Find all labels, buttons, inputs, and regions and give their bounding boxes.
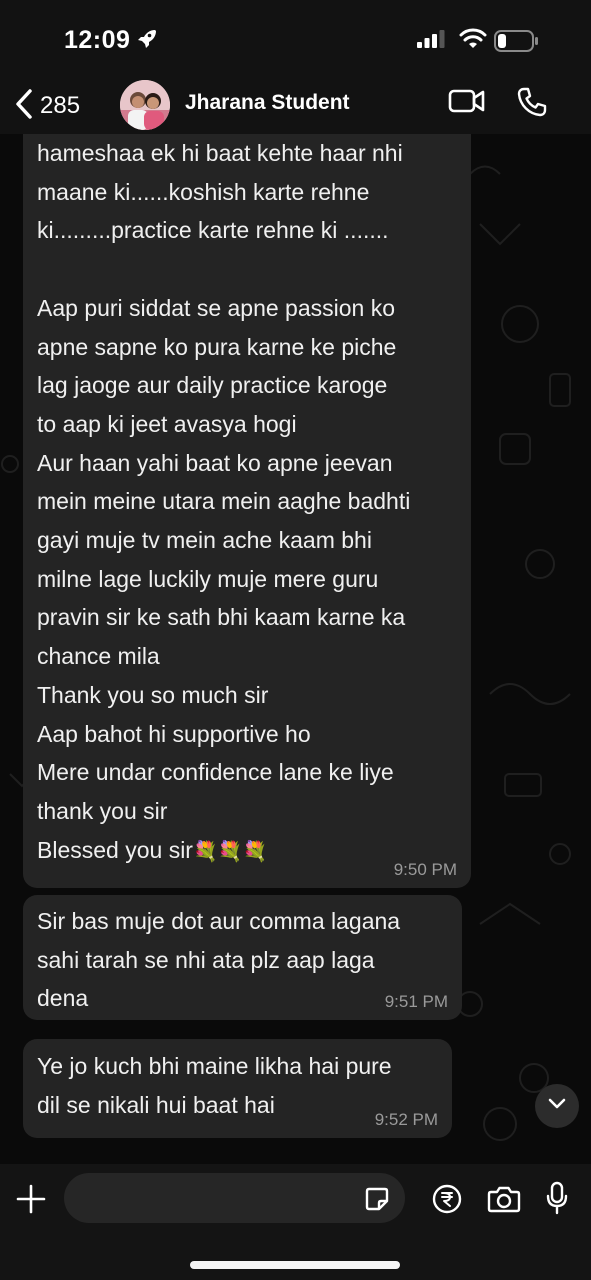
bouquet-emoji: 💐💐💐 [192, 840, 268, 863]
voice-call-button[interactable] [516, 86, 548, 123]
message-timestamp: 9:51 PM [384, 992, 448, 1011]
status-time: 12:09 [64, 26, 131, 54]
wifi-icon [459, 28, 487, 55]
avatar[interactable] [120, 80, 170, 130]
back-button[interactable]: 285 [14, 84, 80, 128]
sticker-button[interactable] [364, 1186, 390, 1217]
cellular-signal-icon [417, 30, 445, 53]
camera-icon [487, 1186, 521, 1218]
payment-button[interactable] [432, 1184, 462, 1219]
message-timestamp: 9:52 PM [374, 1110, 438, 1129]
video-call-button[interactable] [448, 88, 486, 119]
home-indicator [190, 1261, 400, 1269]
video-call-icon [448, 89, 486, 118]
chevron-down-icon [547, 1097, 567, 1116]
message-text: hameshaa ek hi baat kehte haar nhi maane… [37, 140, 411, 863]
message-timestamp: 9:50 PM [393, 860, 457, 879]
rupee-payment-icon [432, 1184, 462, 1218]
scroll-to-bottom-button[interactable] [535, 1084, 579, 1128]
chevron-left-icon [14, 88, 34, 125]
sticker-icon [364, 1187, 390, 1216]
message-input[interactable] [64, 1173, 405, 1223]
microphone-icon [545, 1181, 569, 1219]
attach-button[interactable] [15, 1183, 47, 1220]
unread-count: 285 [40, 92, 81, 119]
microphone-button[interactable] [545, 1181, 569, 1220]
chat-area[interactable]: hameshaa ek hi baat kehte haar nhi maane… [0, 134, 591, 1164]
chat-header: 285 Jharana Student [0, 78, 591, 134]
message-bubble[interactable]: hameshaa ek hi baat kehte haar nhi maane… [23, 134, 471, 888]
message-bubble[interactable]: Ye jo kuch bhi maine likha hai pure dil … [23, 1039, 452, 1138]
status-bar: 12:09 [0, 0, 591, 78]
rocket-icon [134, 27, 158, 51]
contact-name[interactable]: Jharana Student [185, 91, 350, 115]
plus-icon [15, 1184, 47, 1219]
battery-icon [494, 30, 540, 57]
phone-icon [516, 87, 548, 122]
message-bubble[interactable]: Sir bas muje dot aur comma lagana sahi t… [23, 895, 462, 1020]
composer-bar [0, 1164, 591, 1280]
camera-button[interactable] [487, 1184, 521, 1219]
